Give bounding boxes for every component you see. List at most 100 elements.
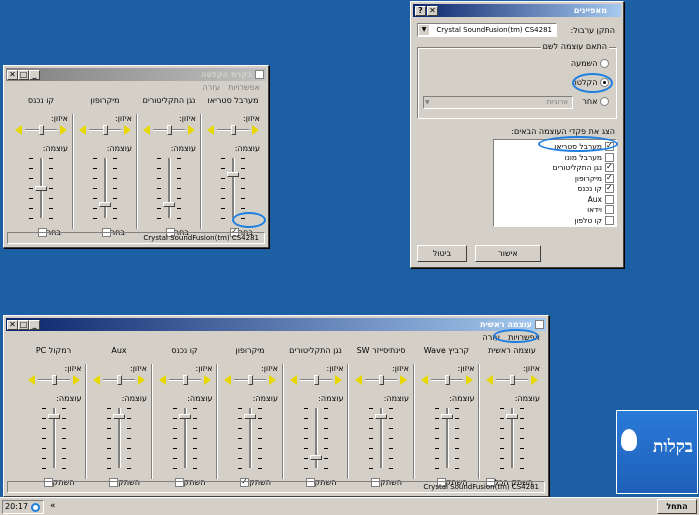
volume-slider[interactable]	[440, 413, 453, 419]
tick-mark	[221, 208, 225, 209]
strip-name: נגן התקליטורים	[142, 96, 196, 105]
volume-slider[interactable]	[227, 171, 239, 177]
volume-slider[interactable]	[506, 413, 518, 419]
highlight-circle	[493, 329, 539, 343]
balance-slider[interactable]	[103, 125, 108, 135]
close-button[interactable]: ✕	[7, 70, 18, 80]
speaker-right-icon	[188, 125, 195, 135]
chevron-left-icon[interactable]: «	[50, 501, 56, 511]
balance-slider[interactable]	[444, 375, 450, 385]
volume-slider[interactable]	[178, 413, 191, 419]
strip-divider	[136, 114, 138, 229]
main-status: Crystal SoundFusion(tm) CS4281	[7, 481, 545, 493]
controls-list[interactable]: מערבל סטריאומערבל מונונגן התקליטוריםמיקר…	[493, 136, 618, 227]
balance-slider[interactable]	[117, 375, 122, 385]
menu-help[interactable]: עזרה	[203, 83, 221, 92]
control-item[interactable]: מיקרופון	[496, 173, 614, 184]
tick-mark	[113, 178, 117, 179]
radio-playback[interactable]: השמעה	[571, 59, 609, 68]
tick-mark	[500, 448, 504, 449]
maximize-button[interactable]: □	[18, 320, 29, 330]
speaker-left-icon	[289, 375, 297, 385]
balance-label: איזון:	[392, 364, 409, 373]
balance-slider[interactable]	[167, 125, 172, 135]
mixer-strip: קרביץ Wave איזון: עוצמה: השתק	[415, 346, 479, 487]
balance-slider[interactable]	[182, 375, 188, 385]
volume-slider[interactable]	[99, 202, 111, 207]
clock[interactable]: 20:17	[5, 502, 28, 511]
tick-mark	[238, 468, 242, 469]
control-checkbox[interactable]	[605, 173, 614, 183]
tick-mark	[303, 458, 308, 459]
control-checkbox[interactable]	[605, 205, 614, 214]
close-button[interactable]: ✕	[427, 6, 438, 16]
properties-titlebar: מאפיינים ? ✕	[413, 4, 621, 17]
control-checkbox[interactable]	[605, 215, 614, 225]
balance-slider[interactable]	[248, 375, 253, 385]
tick-mark	[303, 418, 308, 419]
other-select[interactable]: ארוניות ▼	[423, 96, 573, 109]
balance-slider[interactable]	[313, 375, 319, 385]
control-item[interactable]: Aux	[496, 194, 614, 205]
cancel-button[interactable]: ביטול	[417, 245, 467, 262]
tick-mark	[389, 418, 393, 419]
radio-other[interactable]: אחר	[582, 97, 609, 106]
control-item[interactable]: קו נכנס	[496, 183, 614, 194]
tick-mark	[221, 158, 225, 159]
volume-slider[interactable]	[35, 185, 47, 191]
control-item[interactable]: נגן התקליטורים	[496, 162, 614, 173]
volume-label: עוצמה:	[234, 144, 260, 153]
tick-mark	[41, 408, 46, 409]
maximize-button[interactable]: □	[18, 70, 29, 80]
volume-track	[232, 158, 235, 218]
tick-mark	[389, 448, 393, 449]
balance-slider[interactable]	[510, 375, 515, 385]
control-item[interactable]: קו טלפון	[496, 215, 614, 226]
minimize-button[interactable]: _	[29, 320, 40, 330]
volume-slider[interactable]	[309, 454, 322, 460]
balance-slider[interactable]	[379, 375, 384, 385]
close-button[interactable]: ✕	[7, 320, 18, 330]
control-item[interactable]: וידאו	[496, 205, 614, 215]
control-checkbox[interactable]	[605, 162, 614, 172]
tick-mark	[41, 468, 46, 469]
volume-slider[interactable]	[163, 202, 175, 207]
chevron-down-icon: ▼	[419, 25, 429, 35]
tick-mark	[258, 408, 262, 409]
control-checkbox[interactable]	[605, 152, 614, 162]
tick-mark	[369, 418, 373, 419]
help-button[interactable]: ?	[415, 6, 426, 16]
control-label: מערבל מונו	[564, 152, 602, 162]
volume-label: עוצמה:	[449, 394, 475, 403]
device-select[interactable]: Crystal SoundFusion(tm) CS4281 ▼	[417, 23, 557, 37]
volume-slider[interactable]	[113, 413, 125, 419]
volume-slider[interactable]	[244, 413, 256, 419]
volume-tray-icon[interactable]	[31, 503, 40, 512]
balance-slider[interactable]	[51, 375, 57, 385]
tick-mark	[454, 458, 459, 459]
speaker-right-icon	[465, 375, 473, 385]
control-item[interactable]: מערבל מונו	[496, 152, 614, 163]
strip-name: קרביץ Wave	[423, 346, 470, 355]
start-button[interactable]: התחל	[657, 499, 697, 514]
tick-mark	[93, 208, 97, 209]
radio-playback-label: השמעה	[570, 59, 598, 68]
balance-label: איזון:	[243, 114, 260, 123]
volume-slider[interactable]	[47, 413, 60, 419]
control-checkbox[interactable]	[605, 183, 614, 193]
ok-button[interactable]: אישור	[475, 245, 541, 262]
mixer-strip: נגן התקליטורים איזון: עוצמה: השתק	[284, 346, 348, 487]
radio-other-label: אחר	[582, 97, 598, 106]
strip-name: מיקרופון	[235, 346, 265, 355]
balance-slider[interactable]	[231, 125, 236, 135]
tick-mark	[157, 198, 161, 199]
tick-mark	[49, 168, 53, 169]
menu-options[interactable]: אפשרויות	[228, 83, 260, 92]
balance-slider[interactable]	[39, 125, 44, 135]
volume-slider[interactable]	[375, 413, 387, 419]
control-checkbox[interactable]	[605, 194, 614, 204]
device-label: התקן ערבול:	[570, 26, 615, 35]
tick-mark	[172, 468, 177, 469]
tick-mark	[454, 408, 459, 409]
minimize-button[interactable]: _	[29, 70, 40, 80]
